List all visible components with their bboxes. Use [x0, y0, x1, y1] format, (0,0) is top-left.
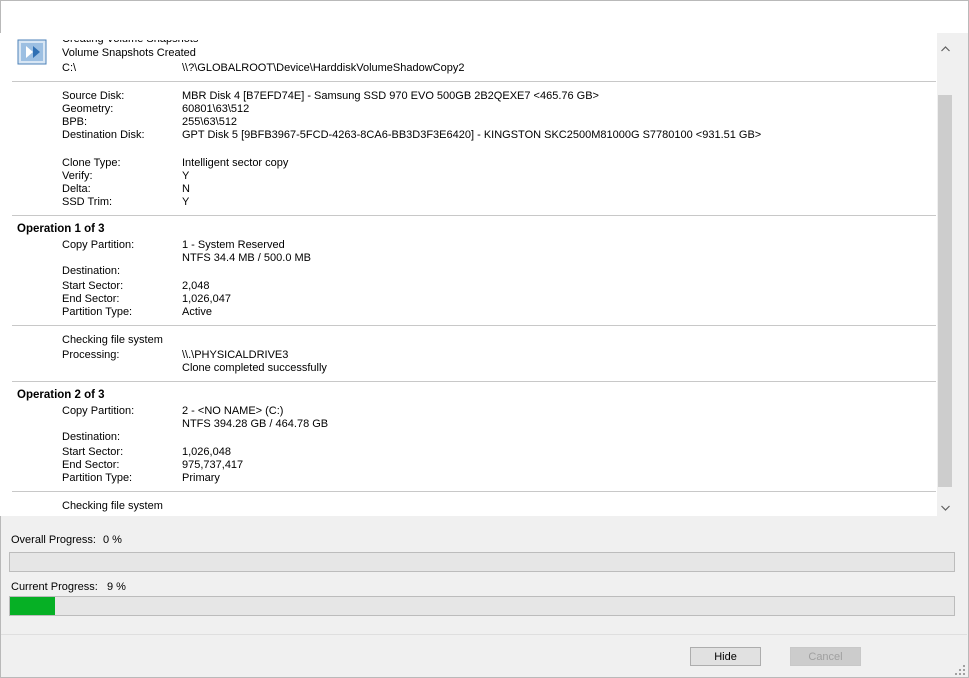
op2-copy-partition-label: Copy Partition:	[62, 405, 135, 417]
cancel-button: Cancel	[790, 647, 861, 666]
bpb-label: BPB:	[62, 116, 88, 128]
operation-1-heading: Operation 1 of 3	[17, 223, 105, 235]
ssd-trim-label: SSD Trim:	[62, 196, 113, 208]
log-line-creating-snapshots: Creating Volume Snapshots	[62, 33, 199, 45]
log-divider	[12, 491, 936, 492]
current-progress-percent: 9 %	[107, 581, 126, 593]
op2-partition-type-value: Primary	[182, 472, 220, 484]
op1-start-sector-label: Start Sector:	[62, 280, 124, 292]
clone-type-value: Intelligent sector copy	[182, 157, 289, 169]
current-progress-label: Current Progress:	[11, 581, 98, 593]
log-divider	[12, 325, 936, 326]
log-divider	[12, 81, 936, 82]
overall-progress-label: Overall Progress:	[11, 534, 96, 546]
log-scrollbar[interactable]	[937, 40, 954, 516]
verify-value: Y	[182, 170, 190, 182]
geometry-label: Geometry:	[62, 103, 114, 115]
ssd-trim-value: Y	[182, 196, 190, 208]
overall-progress-percent: 0 %	[103, 534, 122, 546]
op1-partition-type-value: Active	[182, 306, 212, 318]
op2-partition-type-label: Partition Type:	[62, 472, 133, 484]
source-disk-value: MBR Disk 4 [B7EFD74E] - Samsung SSD 970 …	[182, 90, 599, 102]
resize-grip-icon[interactable]	[955, 665, 965, 675]
hide-button[interactable]: Hide	[690, 647, 761, 666]
chevron-up-icon	[941, 45, 950, 51]
geometry-value: 60801\63\512	[182, 103, 250, 115]
op1-partition-size: NTFS 34.4 MB / 500.0 MB	[182, 252, 311, 264]
log-volume-path: \\?\GLOBALROOT\Device\HarddiskVolumeShad…	[182, 62, 465, 74]
bpb-value: 255\63\512	[182, 116, 238, 128]
scroll-down-button[interactable]	[937, 499, 954, 516]
op2-start-sector-label: Start Sector:	[62, 446, 124, 458]
op1-copy-partition-value: 1 - System Reserved	[182, 239, 285, 251]
scroll-thumb[interactable]	[938, 95, 952, 487]
op1-checking-file-system: Checking file system	[62, 334, 163, 346]
op1-end-sector-value: 1,026,047	[182, 293, 231, 305]
log-volume-label: C:\	[62, 62, 77, 74]
op1-start-sector-value: 2,048	[182, 280, 210, 292]
operation-2-heading: Operation 2 of 3	[17, 389, 105, 401]
op1-copy-partition-label: Copy Partition:	[62, 239, 135, 251]
volume-snapshot-icon	[17, 39, 47, 65]
operation-log: Creating Volume Snapshots Volume Snapsho…	[0, 33, 937, 516]
source-disk-label: Source Disk:	[62, 90, 125, 102]
window-top-area	[1, 1, 968, 33]
op2-end-sector-label: End Sector:	[62, 459, 120, 471]
current-progress-bar	[9, 596, 955, 616]
op1-partition-type-label: Partition Type:	[62, 306, 133, 318]
op1-result: Clone completed successfully	[182, 362, 327, 374]
destination-disk-value: GPT Disk 5 [9BFB3967-5FCD-4263-8CA6-BB3D…	[182, 129, 762, 141]
log-line-snapshots-created: Volume Snapshots Created	[62, 47, 196, 59]
delta-value: N	[182, 183, 190, 195]
clone-type-label: Clone Type:	[62, 157, 121, 169]
op2-checking-file-system: Checking file system	[62, 500, 163, 512]
dialog-button-bar: Hide Cancel	[1, 634, 967, 677]
delta-label: Delta:	[62, 183, 91, 195]
op1-processing-value: \\.\PHYSICALDRIVE3	[182, 349, 289, 361]
log-divider	[12, 215, 936, 216]
op2-end-sector-value: 975,737,417	[182, 459, 244, 471]
current-progress-fill	[10, 597, 56, 615]
op1-destination-label: Destination:	[62, 265, 121, 277]
op2-destination-label: Destination:	[62, 431, 121, 443]
op1-processing-label: Processing:	[62, 349, 120, 361]
scroll-up-button[interactable]	[937, 40, 954, 57]
overall-progress-bar	[9, 552, 955, 572]
chevron-down-icon	[941, 505, 950, 511]
op2-start-sector-value: 1,026,048	[182, 446, 231, 458]
log-divider	[12, 381, 936, 382]
destination-disk-label: Destination Disk:	[62, 129, 145, 141]
op1-end-sector-label: End Sector:	[62, 293, 120, 305]
verify-label: Verify:	[62, 170, 93, 182]
op2-partition-size: NTFS 394.28 GB / 464.78 GB	[182, 418, 329, 430]
op2-copy-partition-value: 2 - <NO NAME> (C:)	[182, 405, 284, 417]
